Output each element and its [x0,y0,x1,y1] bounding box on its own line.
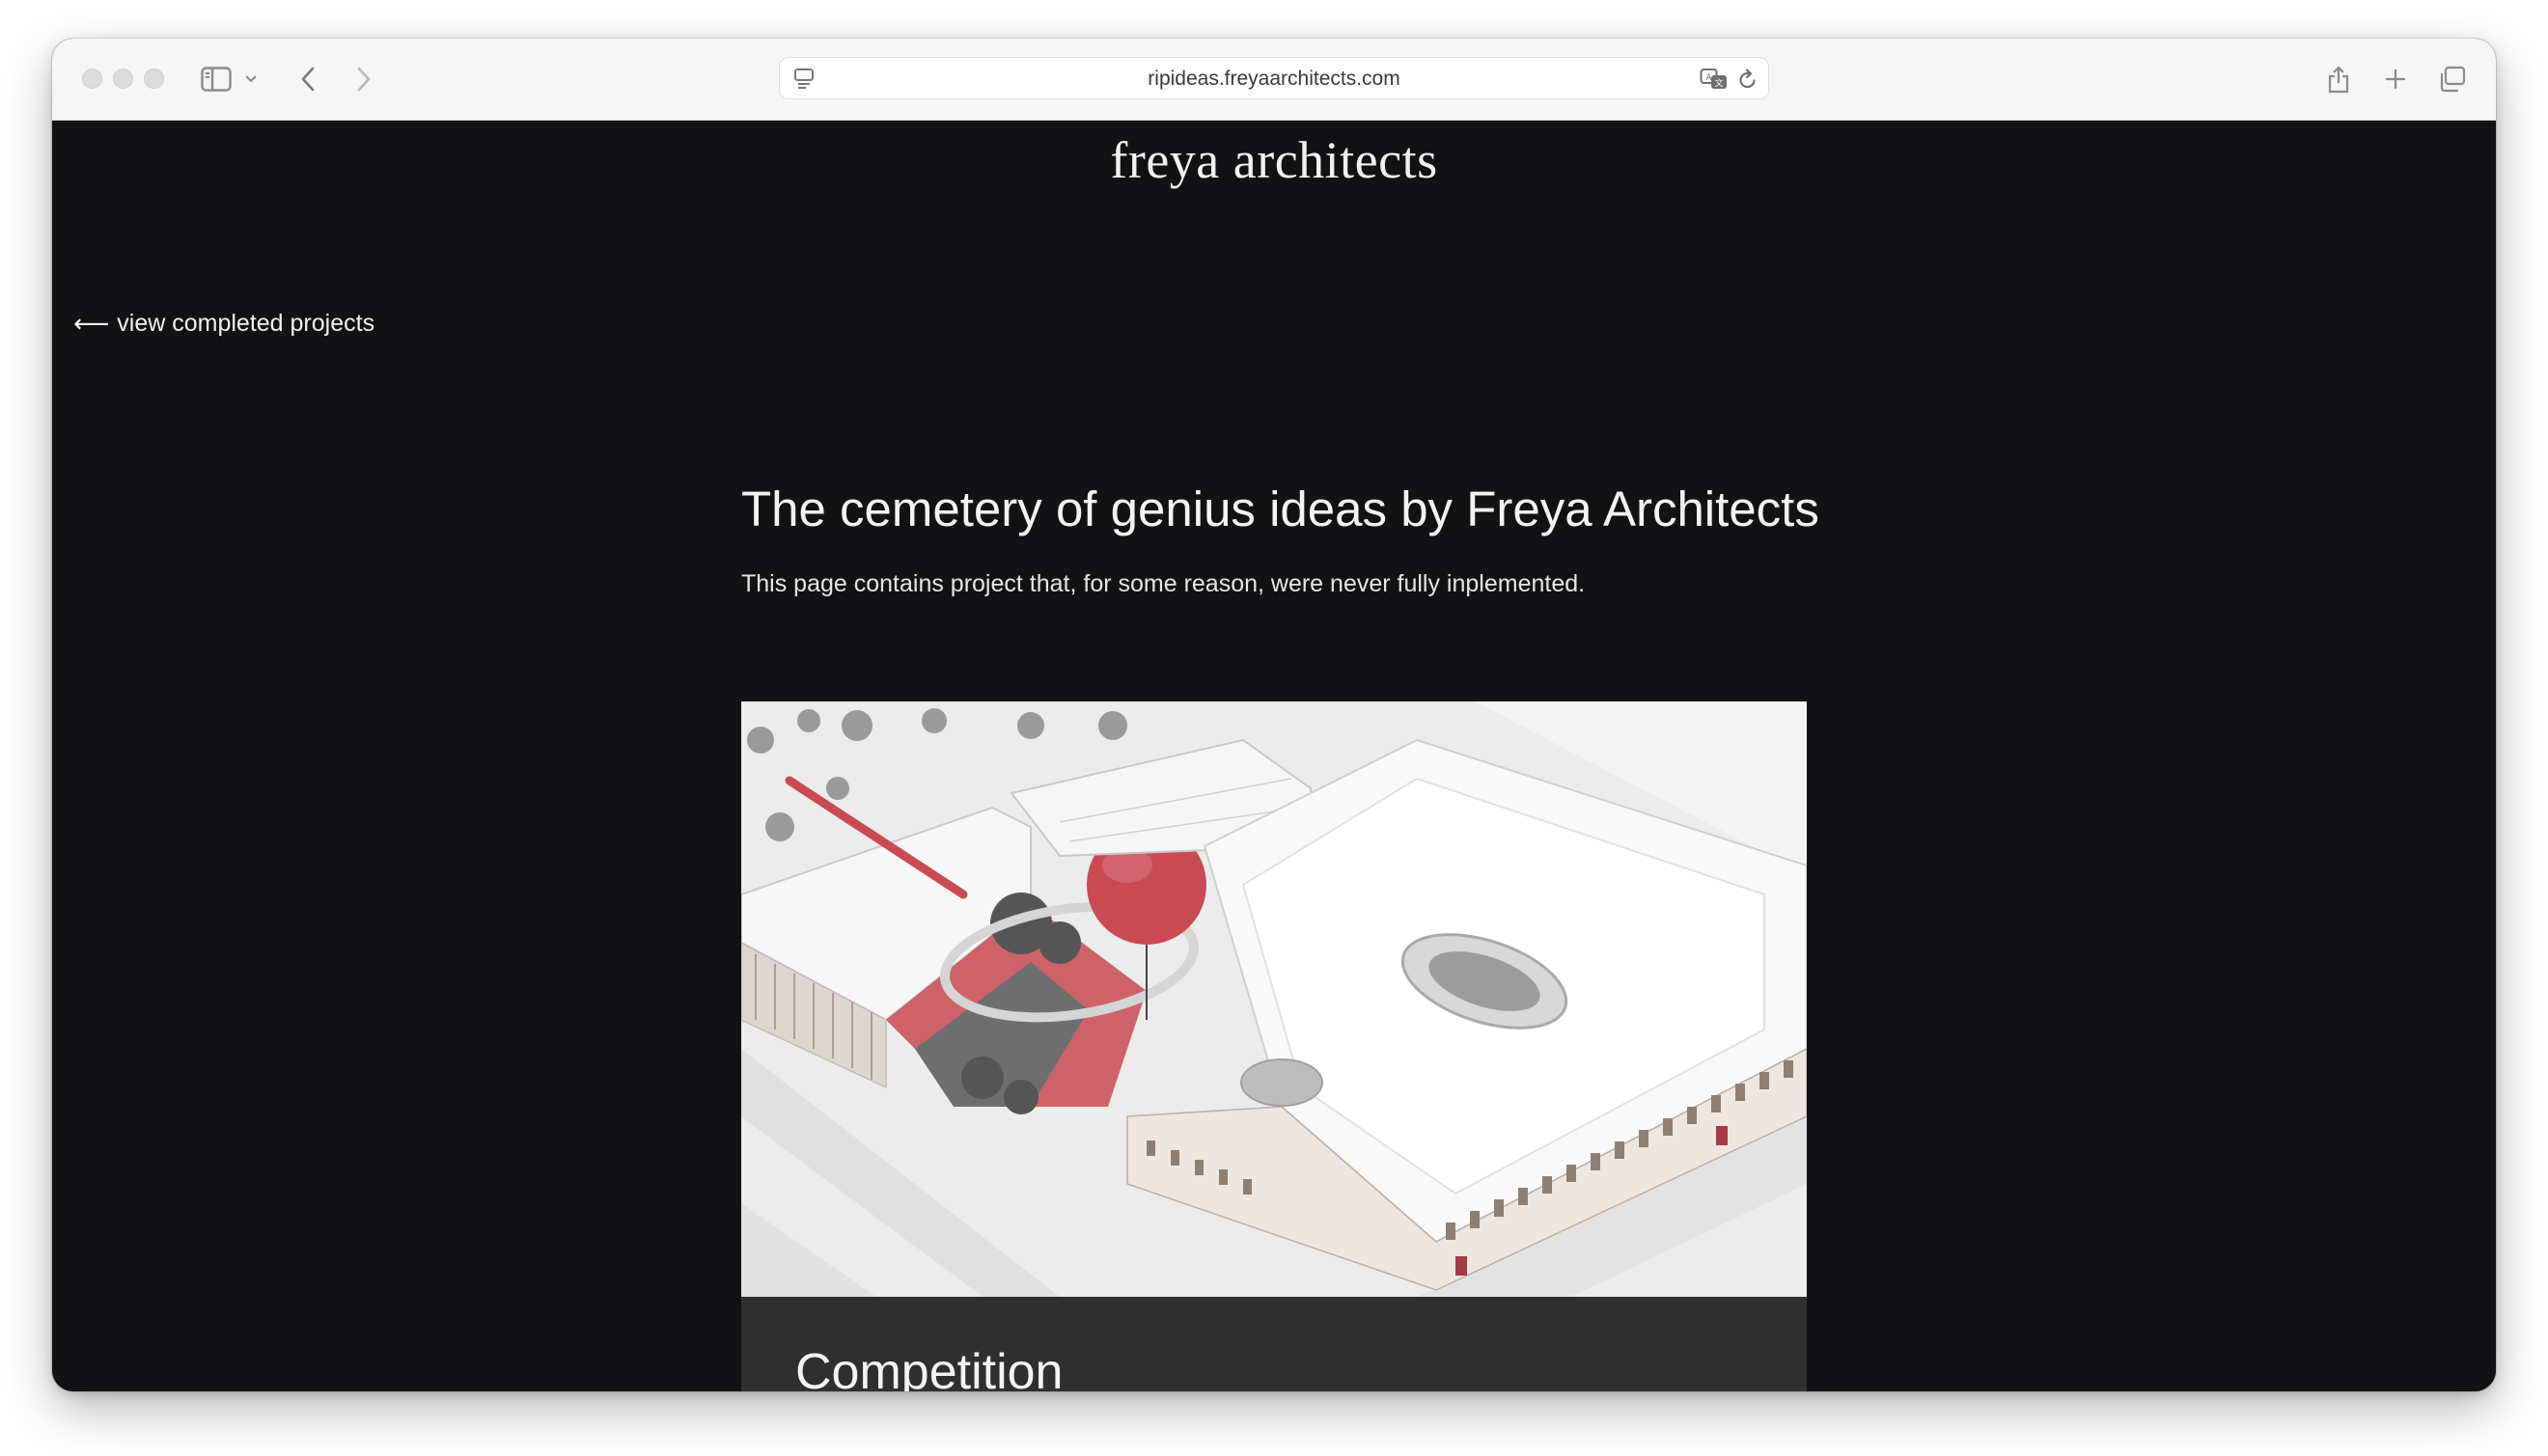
back-icon[interactable] [295,62,320,96]
zoom-window-button[interactable] [144,69,164,89]
page-subtitle: This page contains project that, for som… [741,570,1586,597]
browser-toolbar: ripideas.freyaarchitects.com A 文 [52,39,2496,121]
project-caption: Competition [741,1297,1807,1391]
share-icon[interactable] [2324,62,2353,96]
project-card[interactable]: Competition [741,701,1807,1391]
reload-icon[interactable] [1733,62,1762,96]
url-text: ripideas.freyaarchitects.com [1148,68,1400,90]
web-page: freya architects ⟵ view completed projec… [52,121,2496,1391]
new-tab-icon[interactable] [2381,62,2410,96]
sidebar-toggle-icon[interactable] [199,62,234,96]
project-image[interactable] [741,701,1807,1297]
site-logo[interactable]: freya architects [52,121,2496,200]
address-bar[interactable]: ripideas.freyaarchitects.com A 文 [779,57,1769,99]
svg-text:文: 文 [1714,77,1723,89]
minimize-window-button[interactable] [113,69,133,89]
close-window-button[interactable] [82,69,102,89]
forward-icon[interactable] [351,62,376,96]
browser-window: ripideas.freyaarchitects.com A 文 freya a… [52,39,2496,1391]
page-title: The cemetery of genius ideas by Freya Ar… [741,481,1819,536]
tab-overview-icon[interactable] [2437,62,2468,96]
project-caption-title: Competition [795,1344,1064,1391]
arrow-left-icon: ⟵ [73,309,110,338]
back-link-label: view completed projects [117,310,375,337]
translate-icon[interactable]: A 文 [1699,62,1730,96]
view-completed-projects-link[interactable]: ⟵ view completed projects [73,309,374,339]
chevron-down-icon[interactable] [241,62,261,96]
svg-text:A: A [1705,73,1712,83]
